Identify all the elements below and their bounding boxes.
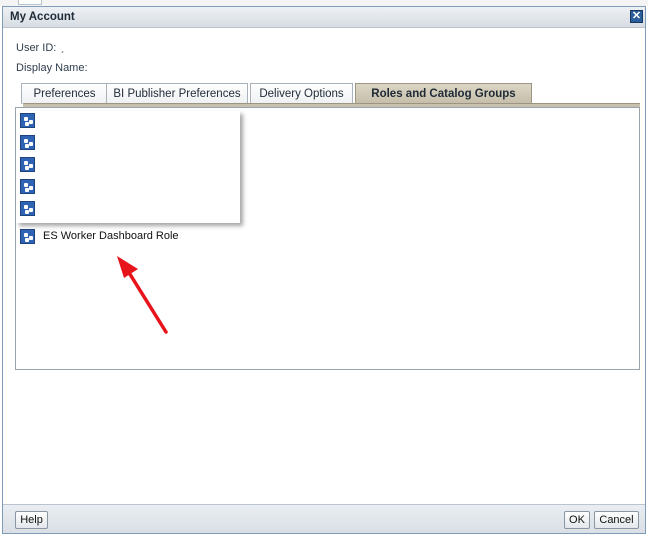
dialog-footer: Help OK Cancel <box>3 504 645 533</box>
ok-button-label: OK <box>569 514 585 526</box>
tab-preferences[interactable]: Preferences <box>21 83 108 104</box>
dialog-titlebar: My Account ✕ <box>3 7 645 28</box>
tab-label: Delivery Options <box>259 88 344 100</box>
help-button[interactable]: Help <box>15 511 48 529</box>
cancel-button[interactable]: Cancel <box>594 511 639 529</box>
dialog-title: My Account <box>10 11 75 23</box>
my-account-dialog: My Account ✕ User ID: ˏ Display Name: Pre… <box>2 6 646 534</box>
red-arrow-annotation <box>117 256 168 334</box>
tab-roles-and-catalog-groups[interactable]: Roles and Catalog Groups <box>355 83 532 105</box>
tab-label: Roles and Catalog Groups <box>371 88 516 100</box>
user-id-label: User ID: <box>16 42 57 54</box>
tab-label: BI Publisher Preferences <box>113 88 241 100</box>
cancel-button-label: Cancel <box>599 514 634 526</box>
role-icon <box>20 201 35 216</box>
background-control <box>18 0 42 5</box>
tab-delivery-options[interactable]: Delivery Options <box>250 83 353 104</box>
display-name-field: Display Name: <box>16 62 92 74</box>
role-icon <box>20 113 35 128</box>
role-icon <box>20 135 35 150</box>
user-id-value: ˏ <box>60 42 65 54</box>
role-icon <box>20 229 35 244</box>
tab-bar: Preferences BI Publisher Preferences Del… <box>21 83 641 105</box>
ok-button[interactable]: OK <box>564 511 590 529</box>
help-button-label: Help <box>20 514 43 526</box>
tab-label: Preferences <box>33 88 96 100</box>
role-label: ES Worker Dashboard Role <box>43 230 179 242</box>
tab-bi-publisher-preferences[interactable]: BI Publisher Preferences <box>106 83 248 104</box>
display-name-label: Display Name: <box>16 62 88 74</box>
close-icon[interactable]: ✕ <box>630 10 643 23</box>
user-id-field: User ID: ˏ <box>16 42 64 54</box>
role-icon <box>20 179 35 194</box>
redaction-overlay <box>16 111 240 223</box>
role-icon <box>20 157 35 172</box>
